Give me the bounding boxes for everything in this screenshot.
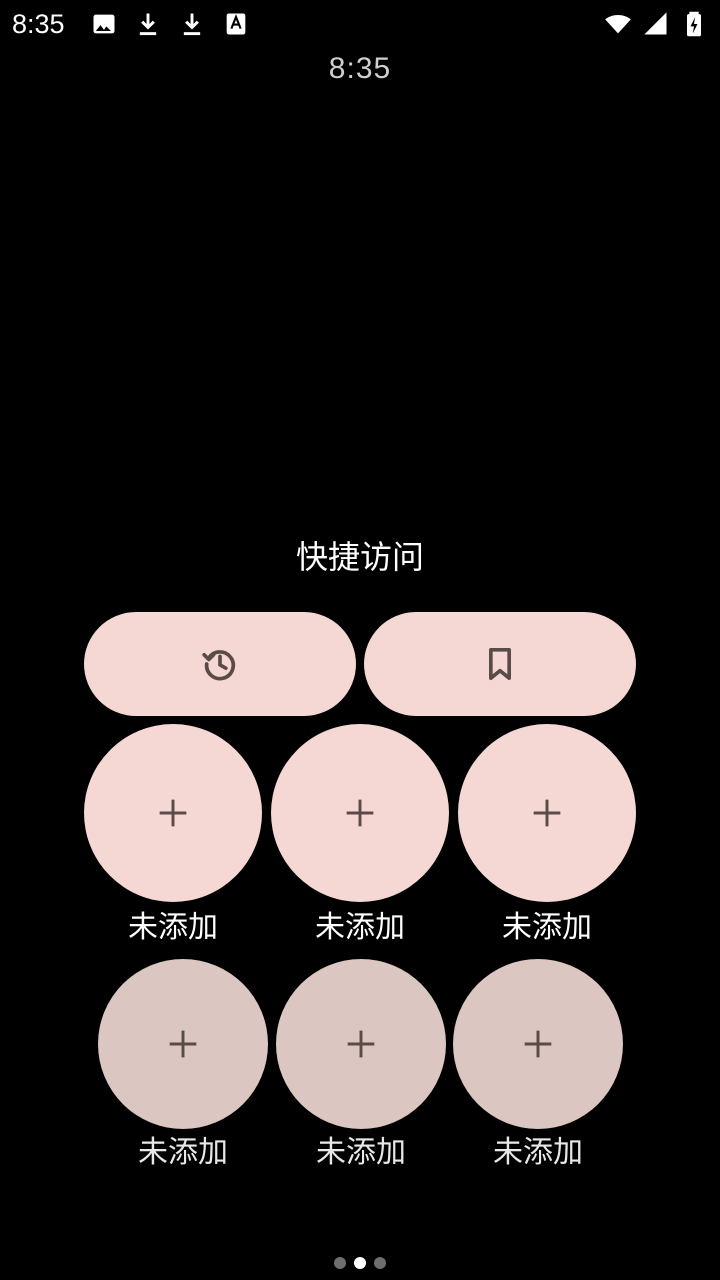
status-bar: 8:35 [0, 0, 720, 48]
add-shortcut-button[interactable] [84, 724, 262, 902]
history-icon [202, 650, 236, 681]
download-icon [183, 13, 201, 36]
quick-access-title: 快捷访问 [295, 538, 424, 576]
add-shortcut-button[interactable] [271, 724, 449, 902]
plus-icon [533, 799, 561, 827]
wifi-icon [605, 14, 631, 34]
top-clock: 8:35 [328, 52, 392, 85]
download-icon [139, 13, 157, 36]
add-shortcut-button[interactable] [276, 959, 446, 1129]
image-icon [93, 14, 115, 34]
cellular-signal-icon [644, 12, 667, 35]
bookmark-icon [489, 648, 511, 680]
add-shortcut-button[interactable] [98, 959, 268, 1129]
plus-icon [524, 1030, 552, 1058]
shortcut-label: 未添加 [502, 910, 592, 945]
battery-charging-icon [687, 11, 701, 37]
page-dot[interactable] [334, 1257, 346, 1269]
page-indicator [0, 1256, 720, 1270]
add-shortcut-button[interactable] [453, 959, 623, 1129]
shortcut-label: 未添加 [493, 1135, 583, 1170]
plus-icon [347, 1030, 375, 1058]
shortcut-label: 未添加 [315, 910, 405, 945]
plus-icon [159, 799, 187, 827]
shortcut-label: 未添加 [128, 910, 218, 945]
status-time: 8:35 [12, 9, 65, 39]
notification-icons [90, 10, 250, 38]
page-dot-active[interactable] [354, 1257, 366, 1269]
plus-icon [346, 799, 374, 827]
shortcut-label: 未添加 [138, 1135, 228, 1170]
page-dot[interactable] [374, 1257, 386, 1269]
add-shortcut-button[interactable] [458, 724, 636, 902]
plus-icon [169, 1030, 197, 1058]
bookmark-button[interactable] [364, 612, 636, 716]
text-notification-icon [226, 13, 246, 35]
history-button[interactable] [84, 612, 356, 716]
shortcut-label: 未添加 [316, 1135, 406, 1170]
system-icons [604, 10, 708, 38]
